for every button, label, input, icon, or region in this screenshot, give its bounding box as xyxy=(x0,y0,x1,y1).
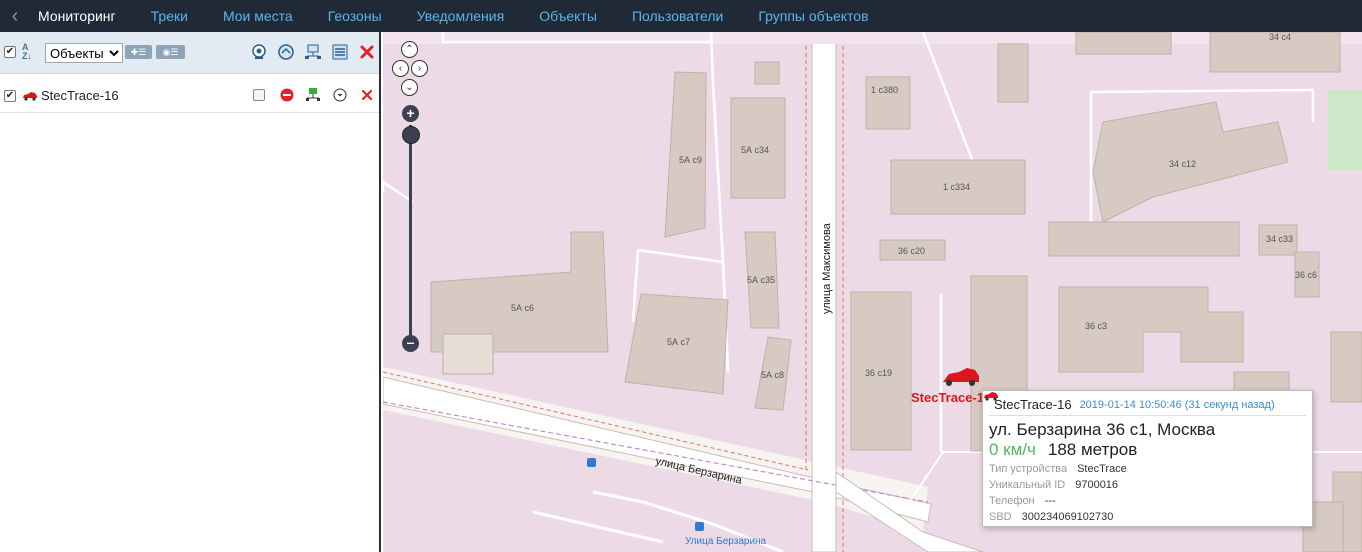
stop-icon[interactable] xyxy=(280,88,294,102)
field-key: Тип устройства xyxy=(989,463,1068,475)
popup-header: StecTrace-16 2019-01-14 10:50:46 (31 сек… xyxy=(984,392,1306,416)
connection-icon[interactable] xyxy=(305,87,321,103)
building-label: 5А с7 xyxy=(667,337,690,347)
remove-object-icon[interactable] xyxy=(361,89,373,101)
bus-stop-icon[interactable] xyxy=(695,522,704,531)
nav-geozones[interactable]: Геозоны xyxy=(328,0,382,32)
building-label: 36 с20 xyxy=(898,246,925,256)
popup-vehicle-name: StecTrace-16 xyxy=(994,397,1072,412)
building-label: 5А с8 xyxy=(761,370,784,380)
building-label: 5А с34 xyxy=(741,145,769,155)
object-visibility-checkbox[interactable] xyxy=(253,89,265,101)
building-label: 34 с4 xyxy=(1269,32,1291,42)
popup-field-phone: Телефон --- xyxy=(989,495,1306,508)
dropdown-circle-icon[interactable] xyxy=(333,88,347,102)
sort-az-icon[interactable]: A Z↓ xyxy=(22,43,32,61)
vehicle-marker-icon[interactable] xyxy=(943,368,979,386)
map-canvas[interactable]: 34 с4 1 с380 5А с9 5А с34 34 с12 1 с334 … xyxy=(383,32,1362,552)
building-label: 36 с19 xyxy=(865,368,892,378)
main-nav: Мониторинг Треки Мои места Геозоны Уведо… xyxy=(30,0,904,32)
field-key: SBD xyxy=(989,511,1012,523)
popup-field-sbd: SBD 300234069102730 xyxy=(989,511,1306,524)
object-name[interactable]: StecTrace-16 xyxy=(41,88,119,103)
popup-timestamp: 2019-01-14 10:50:46 (31 секунд назад) xyxy=(1079,398,1275,411)
vehicle-info-popup: StecTrace-16 2019-01-14 10:50:46 (31 сек… xyxy=(982,390,1313,527)
building-label: 5А с9 xyxy=(679,155,702,165)
objects-toolbar: ✔ A Z↓ Объекты ✚☰ ◉☰ xyxy=(0,32,379,74)
refresh-location-icon[interactable] xyxy=(276,42,296,62)
nav-notifications[interactable]: Уведомления xyxy=(417,0,505,32)
list-settings-icon[interactable] xyxy=(330,42,350,62)
building-label: 36 с3 xyxy=(1085,321,1107,331)
collapse-list-icon[interactable]: ◉☰ xyxy=(156,45,185,59)
zoom-out-icon[interactable]: – xyxy=(402,335,419,352)
popup-speed-row: 0 км/ч 188 метров xyxy=(989,440,1306,460)
nav-my-places[interactable]: Мои места xyxy=(223,0,293,32)
select-all-checkbox[interactable]: ✔ xyxy=(4,46,16,58)
field-value: 9700016 xyxy=(1075,479,1119,491)
field-key: Уникальный ID xyxy=(989,479,1066,491)
nav-object-groups[interactable]: Группы объектов xyxy=(758,0,868,32)
field-value: --- xyxy=(1044,495,1056,507)
object-row[interactable]: ✔ StecTrace-16 xyxy=(0,79,379,113)
field-key: Телефон xyxy=(989,495,1035,507)
pan-down-icon[interactable]: ⌄ xyxy=(401,79,418,96)
nav-users[interactable]: Пользователи xyxy=(632,0,723,32)
pan-left-icon[interactable]: ‹ xyxy=(392,60,409,77)
car-icon xyxy=(23,91,37,101)
building-label: 5А с35 xyxy=(747,275,775,285)
chevron-left-icon[interactable]: ‹ xyxy=(0,0,30,32)
popup-speed: 0 км/ч xyxy=(989,440,1036,459)
building-label: 34 с12 xyxy=(1169,159,1196,169)
pan-right-icon[interactable]: › xyxy=(411,60,428,77)
expand-list-icon[interactable]: ✚☰ xyxy=(125,45,152,59)
bus-stop-icon[interactable] xyxy=(587,458,596,467)
delete-all-icon[interactable] xyxy=(357,42,377,62)
vehicle-marker-label[interactable]: StecTrace-16 xyxy=(911,390,991,405)
field-value: 300234069102730 xyxy=(1021,511,1114,523)
popup-field-device-type: Тип устройства StecTrace xyxy=(989,463,1306,476)
nav-monitoring[interactable]: Мониторинг xyxy=(38,0,116,32)
building-label: 5А с6 xyxy=(511,303,534,313)
pan-up-icon[interactable]: ⌃ xyxy=(401,41,418,58)
zoom-in-icon[interactable]: + xyxy=(402,105,419,122)
objects-filter-select[interactable]: Объекты xyxy=(45,43,123,63)
building-label: 34 с33 xyxy=(1266,234,1293,244)
nav-objects[interactable]: Объекты xyxy=(539,0,597,32)
field-value: StecTrace xyxy=(1077,463,1127,475)
popup-distance: 188 метров xyxy=(1047,440,1138,459)
car-icon xyxy=(984,392,998,401)
bus-stop-label: Улица Берзарина xyxy=(685,536,767,547)
object-checkbox[interactable]: ✔ xyxy=(4,89,16,102)
building-label: 1 с334 xyxy=(943,182,970,192)
zoom-slider-track[interactable] xyxy=(409,125,412,343)
nav-tracks[interactable]: Треки xyxy=(151,0,188,32)
street-label-maksimova: улица Максимова xyxy=(821,222,833,314)
popup-address: ул. Берзарина 36 с1, Москва xyxy=(989,420,1216,439)
objects-panel: ✔ A Z↓ Объекты ✚☰ ◉☰ ✔ StecTrace-16 xyxy=(0,32,381,552)
network-icon[interactable] xyxy=(303,42,323,62)
popup-field-unique-id: Уникальный ID 9700016 xyxy=(989,479,1306,492)
webcam-icon[interactable] xyxy=(249,42,269,62)
building-label: 36 с6 xyxy=(1295,270,1317,280)
building-label: 1 с380 xyxy=(871,85,898,95)
zoom-slider-handle[interactable] xyxy=(402,126,420,144)
top-navigation-bar: ‹ Мониторинг Треки Мои места Геозоны Уве… xyxy=(0,0,1362,32)
